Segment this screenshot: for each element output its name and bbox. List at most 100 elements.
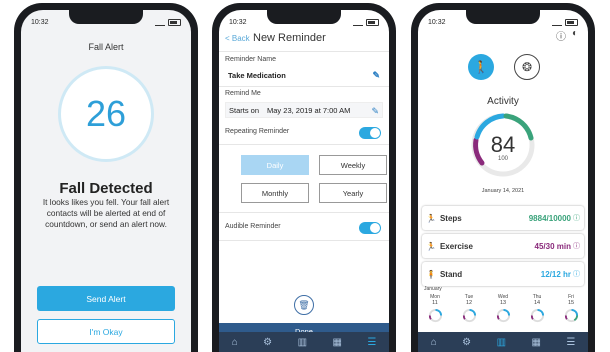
sliders-icon[interactable]: ⚙ [462,337,471,348]
menu-icon[interactable]: ☰ [566,337,575,348]
activity-date: January 14, 2021 [481,188,525,194]
frequency-yearly[interactable]: Yearly [319,183,387,203]
battery-icon [366,18,379,26]
im-okay-button[interactable]: I'm Okay [37,319,175,344]
user-icon[interactable]: ◐ [572,28,578,43]
day-ring [530,308,544,323]
status-bar: 10:32 [428,16,578,28]
wifi-icon [353,19,363,26]
tab-bar: ⌂ ⚙ ▥ ▦ ☰ [219,332,389,352]
status-bar: 10:32 [229,16,379,28]
reminder-name-label: Reminder Name [225,56,276,63]
status-time: 10:32 [31,18,49,26]
bar-chart-icon[interactable]: ▥ [497,337,506,348]
status-bar: 10:32 [31,16,181,28]
divider [219,240,389,241]
week-day[interactable]: Mon 11 [422,294,448,325]
frequency-daily[interactable]: Daily [241,155,309,175]
activity-screen: 10:32 ⓘ ◐ 🚶 ❂ Activity 84 100 January 14… [418,10,588,352]
wifi-icon [552,19,562,26]
back-button[interactable]: < Back [225,34,250,43]
day-date: 15 [567,300,575,306]
fall-alert-screen: 10:32 Fall Alert 26 Fall Detected It loo… [21,10,191,352]
edit-pencil-icon[interactable]: ✎ [372,70,380,81]
week-day[interactable]: Thu 14 [524,294,550,325]
metric-steps[interactable]: 🏃 Steps 9884/10000 ⓘ [422,206,584,230]
countdown-ring: 26 [58,66,154,162]
audible-reminder-toggle[interactable] [359,222,381,234]
info-icon[interactable]: ⓘ [573,241,580,251]
metric-name: Exercise [439,241,473,251]
frequency-weekly[interactable]: Weekly [319,155,387,175]
metric-value: 45/30 min [534,241,571,251]
fall-message: It looks likes you fell. Your fall alert… [42,197,170,229]
status-time: 10:32 [229,18,247,26]
stand-icon: 🧍 [426,269,436,279]
steps-icon: 🏃 [426,213,436,223]
day-date: 12 [465,300,473,306]
battery-icon [565,18,578,26]
edit-pencil-icon[interactable]: ✎ [371,106,379,117]
calculator-icon[interactable]: ▦ [332,337,341,348]
countdown-value: 26 [85,93,127,134]
home-icon[interactable]: ⌂ [431,337,437,348]
repeating-reminder-toggle[interactable] [359,127,381,139]
starts-on-value: May 23, 2019 at 7:00 AM [267,105,351,115]
info-icon[interactable]: ⓘ [573,269,580,279]
day-date: 11 [432,300,438,306]
nav-bar: < Back New Reminder [225,32,383,48]
brain-activity-button[interactable]: ❂ [514,54,540,80]
phone-new-reminder: 10:32 < Back New Reminder Reminder Name … [212,3,396,352]
info-icon[interactable]: ⓘ [573,213,580,223]
fall-detected-heading: Fall Detected [59,180,153,197]
metric-exercise[interactable]: 🏃 Exercise 45/30 min ⓘ [422,234,584,258]
activity-score: 84 [490,132,516,157]
week-day[interactable]: Tue 12 [456,294,482,325]
reminder-screen: 10:32 < Back New Reminder Reminder Name … [219,10,389,352]
day-ring [496,308,510,323]
help-icon[interactable]: ⓘ [556,28,566,43]
starts-on-label: Starts on [229,105,260,115]
delete-reminder-button[interactable]: 🗑 [294,295,314,315]
send-alert-button[interactable]: Send Alert [37,286,175,311]
week-strip: Mon 11 Tue 12 Wed 13 Thu 14 Fri 15 [422,294,584,325]
tab-bar: ⌂ ⚙ ▥ ▦ ☰ [418,332,588,352]
audible-reminder-label: Audible Reminder [225,223,281,230]
brain-icon: ❂ [521,60,533,74]
phone-fall-alert: 10:32 Fall Alert 26 Fall Detected It loo… [14,3,198,352]
week-day[interactable]: Wed 13 [490,294,516,325]
metric-value: 12/12 hr [540,269,571,279]
day-ring [564,308,578,323]
metric-value: 9884/10000 [528,213,571,223]
week-month: January [424,286,442,292]
reminder-name-field[interactable]: Take Medication ✎ [225,67,383,83]
page-title: Fall Alert [88,42,124,52]
reminder-name-value: Take Medication [228,70,286,80]
status-time: 10:32 [428,18,446,26]
week-day[interactable]: Fri 15 [558,294,584,325]
activity-score-max: 100 [497,156,508,162]
exercise-icon: 🏃 [426,241,436,251]
day-date: 14 [533,300,541,306]
divider [219,212,389,213]
wifi-icon [155,19,165,26]
frequency-monthly[interactable]: Monthly [241,183,309,203]
metric-name: Steps [439,213,462,223]
home-icon[interactable]: ⌂ [232,337,238,348]
trash-icon: 🗑 [298,299,310,310]
metric-stand[interactable]: 🧍 Stand 12/12 hr ⓘ [422,262,584,286]
divider [219,144,389,145]
activity-title: Activity [487,96,519,107]
walking-person-icon: 🚶 [473,60,489,74]
calculator-icon[interactable]: ▦ [531,337,540,348]
day-date: 13 [499,300,507,306]
sliders-icon[interactable]: ⚙ [263,337,272,348]
day-ring [428,308,442,323]
bar-chart-icon[interactable]: ▥ [298,337,307,348]
starts-on-field[interactable]: Starts on May 23, 2019 at 7:00 AM ✎ [225,102,383,118]
day-ring [462,308,476,323]
menu-icon[interactable]: ☰ [367,337,376,348]
top-icons: ⓘ ◐ [556,28,578,43]
divider [219,86,389,87]
walking-activity-button[interactable]: 🚶 [468,54,494,80]
